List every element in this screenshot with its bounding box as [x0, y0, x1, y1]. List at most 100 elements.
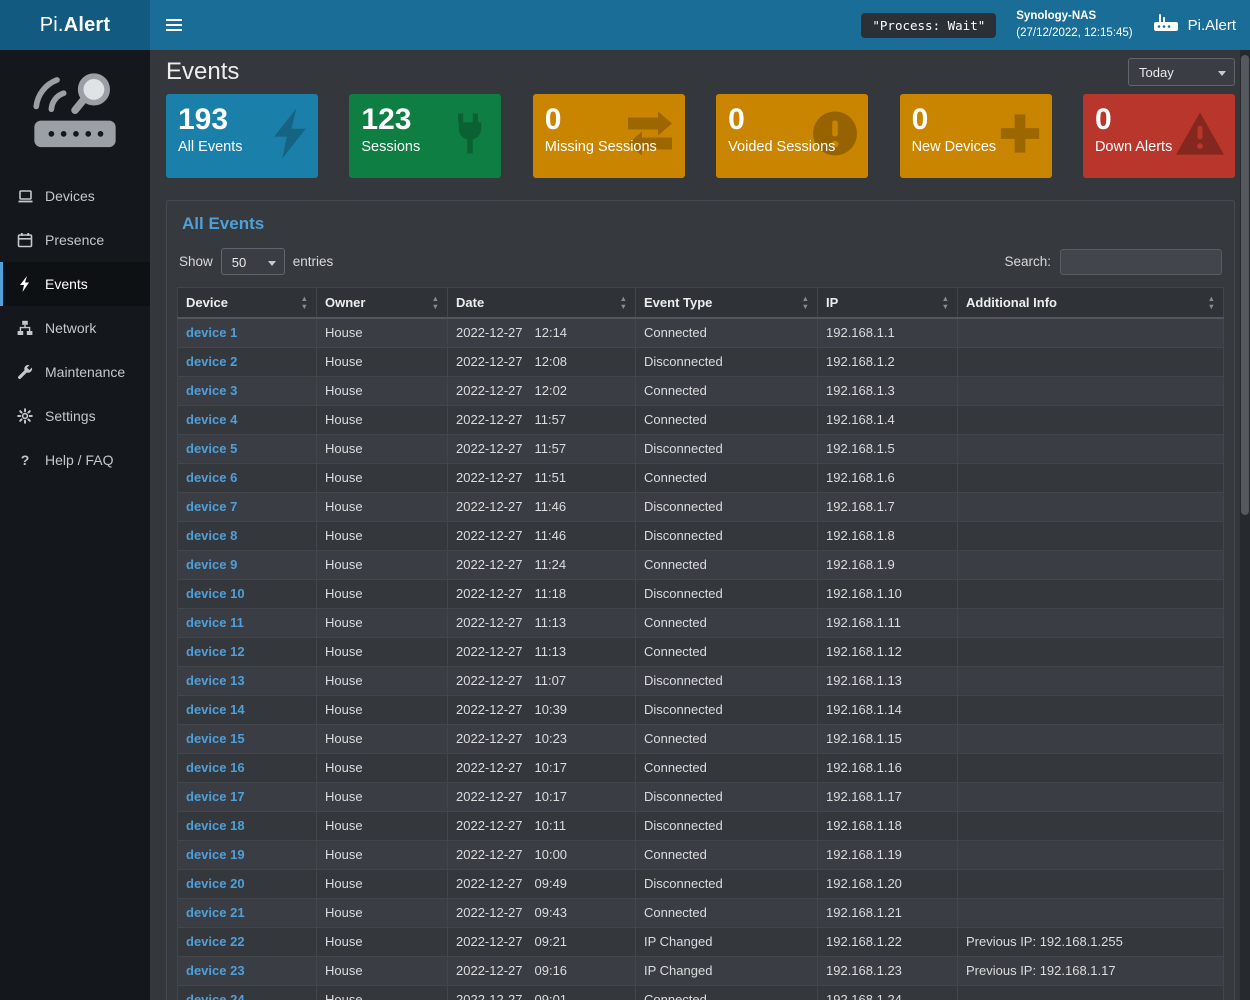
device-link[interactable]: device 11 [186, 615, 244, 630]
device-link[interactable]: device 23 [186, 963, 245, 978]
device-link[interactable]: device 8 [186, 528, 237, 543]
devices-icon [16, 188, 34, 204]
device-link[interactable]: device 12 [186, 644, 245, 659]
stat-card-down-alerts[interactable]: 0 Down Alerts [1083, 94, 1235, 178]
sidebar-item-label: Events [45, 276, 88, 292]
sidebar-item-events[interactable]: Events [0, 262, 150, 306]
event-type-cell: Connected [636, 841, 818, 870]
column-header-label: Event Type [644, 295, 712, 310]
owner-cell: House [317, 377, 448, 406]
event-type-cell: IP Changed [636, 928, 818, 957]
device-link[interactable]: device 4 [186, 412, 237, 427]
device-cell: device 17 [178, 783, 317, 812]
owner-cell: House [317, 435, 448, 464]
device-link[interactable]: device 5 [186, 441, 237, 456]
column-header-device[interactable]: Device ▲▼ [178, 288, 317, 319]
device-cell: device 1 [178, 318, 317, 348]
sidebar-item-settings[interactable]: Settings [0, 394, 150, 438]
column-header-additional-info[interactable]: Additional Info▲▼ [958, 288, 1224, 319]
additional-info-cell [958, 318, 1224, 348]
table-row: device 1House2022-12-2712:14Connected192… [178, 318, 1224, 348]
search-label: Search: [1004, 254, 1051, 269]
device-link[interactable]: device 17 [186, 789, 245, 804]
owner-cell: House [317, 957, 448, 986]
column-header-label: IP [826, 295, 838, 310]
period-select[interactable]: Today [1129, 59, 1234, 85]
owner-cell: House [317, 464, 448, 493]
host-timestamp: (27/12/2022, 12:15:45) [1016, 25, 1132, 42]
column-header-owner[interactable]: Owner▲▼ [317, 288, 448, 319]
date-cell: 2022-12-2711:13 [448, 609, 636, 638]
table-controls: Show 50 entries Search: [179, 248, 1222, 275]
sidebar-item-label: Presence [45, 232, 104, 248]
sidebar-nav: Devices Presence Events Network Maintena… [0, 174, 150, 482]
device-cell: device 6 [178, 464, 317, 493]
device-link[interactable]: device 10 [186, 586, 245, 601]
device-link[interactable]: device 18 [186, 818, 245, 833]
column-header-event-type[interactable]: Event Type▲▼ [636, 288, 818, 319]
date-cell: 2022-12-2711:13 [448, 638, 636, 667]
sort-icon: ▲▼ [301, 295, 308, 309]
device-link[interactable]: device 3 [186, 383, 237, 398]
column-header-label: Owner [325, 295, 365, 310]
additional-info-cell: Previous IP: 192.168.1.255 [958, 928, 1224, 957]
sidebar-item-maintenance[interactable]: Maintenance [0, 350, 150, 394]
column-header-date[interactable]: Date▲▼ [448, 288, 636, 319]
device-link[interactable]: device 6 [186, 470, 237, 485]
search-control: Search: [1004, 249, 1222, 275]
table-row: device 21House2022-12-2709:43Connected19… [178, 899, 1224, 928]
scrollbar-track[interactable] [1240, 50, 1250, 1000]
scrollbar-thumb[interactable] [1241, 55, 1249, 515]
sidebar-item-presence[interactable]: Presence [0, 218, 150, 262]
owner-cell: House [317, 928, 448, 957]
device-link[interactable]: device 20 [186, 876, 245, 891]
column-header-ip[interactable]: IP▲▼ [818, 288, 958, 319]
device-cell: device 9 [178, 551, 317, 580]
ip-cell: 192.168.1.2 [818, 348, 958, 377]
sidebar: Devices Presence Events Network Maintena… [0, 50, 150, 1000]
column-header-label: Date [456, 295, 484, 310]
sidebar-item-devices[interactable]: Devices [0, 174, 150, 218]
table-row: device 11House2022-12-2711:13Connected19… [178, 609, 1224, 638]
table-row: device 5House2022-12-2711:57Disconnected… [178, 435, 1224, 464]
device-link[interactable]: device 13 [186, 673, 245, 688]
date-cell: 2022-12-2712:08 [448, 348, 636, 377]
topbar-app-link[interactable]: Pi.Alert [1153, 13, 1236, 38]
device-link[interactable]: device 1 [186, 325, 237, 340]
entries-label: entries [293, 254, 334, 269]
column-header-label: Device [186, 295, 228, 310]
device-link[interactable]: device 9 [186, 557, 237, 572]
ip-cell: 192.168.1.13 [818, 667, 958, 696]
additional-info-cell [958, 493, 1224, 522]
stat-card-new-devices[interactable]: 0 New Devices [900, 94, 1052, 178]
hamburger-menu-icon[interactable] [150, 0, 198, 50]
device-link[interactable]: device 24 [186, 992, 245, 1000]
sidebar-item-help[interactable]: ? Help / FAQ [0, 438, 150, 482]
panel-title: All Events [182, 214, 1224, 234]
device-link[interactable]: device 19 [186, 847, 245, 862]
event-type-cell: Disconnected [636, 493, 818, 522]
device-link[interactable]: device 14 [186, 702, 245, 717]
device-link[interactable]: device 15 [186, 731, 245, 746]
device-link[interactable]: device 2 [186, 354, 237, 369]
stat-card-sessions[interactable]: 123 Sessions [349, 94, 501, 178]
table-row: device 4House2022-12-2711:57Connected192… [178, 406, 1224, 435]
stat-card-value: 193 [178, 103, 306, 136]
stat-card-value: 123 [361, 103, 489, 136]
device-link[interactable]: device 21 [186, 905, 245, 920]
stat-card-value: 0 [1095, 103, 1223, 136]
additional-info-cell [958, 609, 1224, 638]
stat-card-missing-sessions[interactable]: 0 Missing Sessions [533, 94, 685, 178]
stat-card-all-events[interactable]: 193 All Events [166, 94, 318, 178]
entries-select[interactable]: 50 [222, 249, 284, 275]
search-input[interactable] [1060, 249, 1222, 275]
date-cell: 2022-12-2710:39 [448, 696, 636, 725]
app-logo[interactable]: Pi.Alert [0, 0, 150, 50]
stat-card-voided-sessions[interactable]: 0 Voided Sessions [716, 94, 868, 178]
device-link[interactable]: device 22 [186, 934, 245, 949]
device-link[interactable]: device 16 [186, 760, 245, 775]
date-cell: 2022-12-2711:18 [448, 580, 636, 609]
sidebar-item-network[interactable]: Network [0, 306, 150, 350]
device-link[interactable]: device 7 [186, 499, 237, 514]
maintenance-icon [16, 364, 34, 380]
